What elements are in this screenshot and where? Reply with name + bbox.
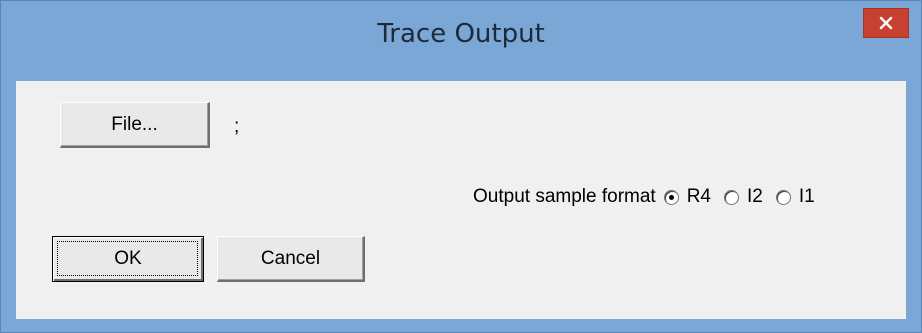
- radio-button-i2[interactable]: [724, 189, 739, 205]
- cancel-button-label: Cancel: [260, 247, 321, 269]
- radio-option-i1[interactable]: I1: [775, 186, 815, 208]
- trace-output-dialog: Trace Output File... ; Output sample for…: [0, 0, 922, 333]
- radio-label-i1: I1: [798, 186, 815, 207]
- cancel-button[interactable]: Cancel: [217, 236, 365, 282]
- output-sample-format-label: Output sample format: [473, 186, 656, 207]
- radio-label-i2: I2: [747, 186, 763, 207]
- file-button-label: File...: [111, 113, 158, 135]
- close-icon: [879, 16, 893, 30]
- focus-rectangle: [57, 241, 198, 276]
- file-button[interactable]: File...: [60, 102, 210, 148]
- title-bar[interactable]: Trace Output: [1, 1, 921, 81]
- dialog-client-area: File... ; Output sample format R4 I2 I1 …: [16, 81, 906, 319]
- output-sample-format-group: Output sample format R4 I2 I1: [473, 182, 815, 212]
- radio-button-i1[interactable]: [775, 189, 791, 205]
- ok-button[interactable]: OK: [52, 236, 204, 282]
- file-path-text: ;: [234, 116, 240, 137]
- radio-option-r4[interactable]: R4: [663, 186, 711, 208]
- radio-option-i2[interactable]: I2: [724, 186, 763, 208]
- close-button[interactable]: [863, 8, 909, 38]
- dialog-title: Trace Output: [377, 19, 545, 49]
- radio-button-r4[interactable]: [663, 189, 679, 205]
- radio-label-r4: R4: [686, 186, 711, 207]
